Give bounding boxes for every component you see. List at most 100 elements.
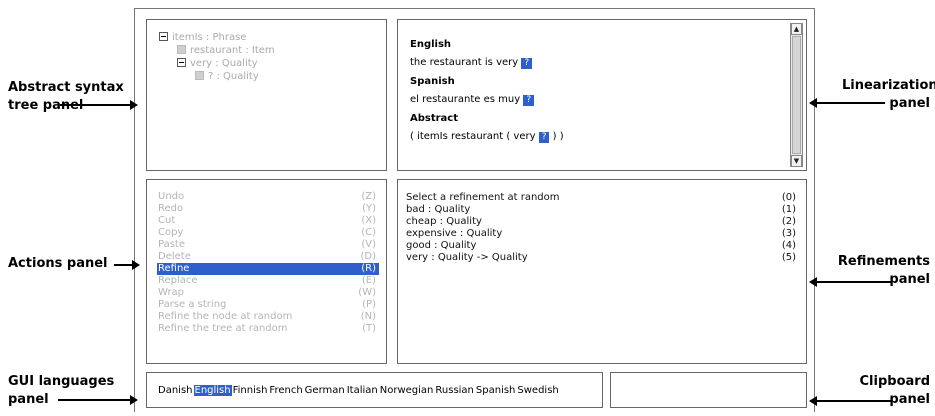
scroll-down-button[interactable]: ▼ xyxy=(791,155,802,167)
action-shortcut: (T) xyxy=(362,323,376,334)
action-shortcut: (Z) xyxy=(361,191,376,202)
empty-box-icon xyxy=(177,45,186,54)
linearization-panel: English the restaurant is very ? Spanish… xyxy=(397,19,807,171)
language-german[interactable]: German xyxy=(304,385,346,396)
action-undo[interactable]: Undo (Z) xyxy=(157,191,379,203)
action-label: Wrap xyxy=(158,287,185,298)
spanish-linearization[interactable]: el restaurante es muy ? xyxy=(410,93,564,106)
action-shortcut: (N) xyxy=(360,311,376,322)
annotation-arrow xyxy=(809,277,891,287)
action-paste[interactable]: Paste (V) xyxy=(157,239,379,251)
language-russian[interactable]: Russian xyxy=(434,385,475,396)
refinement-shortcut: (3) xyxy=(781,228,796,239)
refinement-label: expensive : Quality xyxy=(406,228,503,239)
action-label: Paste xyxy=(158,239,185,250)
refinement-expensive[interactable]: expensive : Quality (3) xyxy=(406,228,798,240)
annotation-tree-panel: Abstract syntax tree panel xyxy=(8,79,124,115)
tree-node-root[interactable]: itemIs : Phrase xyxy=(159,32,246,44)
refinement-label: Select a refinement at random xyxy=(406,192,560,203)
annotation-arrow xyxy=(60,100,138,110)
refinements-list: Select a refinement at random (0) bad : Q… xyxy=(406,192,798,264)
scroll-up-button[interactable]: ▲ xyxy=(791,23,802,35)
action-label: Undo xyxy=(158,191,185,202)
tree-node-label: restaurant : Item xyxy=(190,45,275,56)
annotation-text: Linearization xyxy=(842,78,935,93)
tree-node-restaurant[interactable]: restaurant : Item xyxy=(177,45,275,57)
language-italian[interactable]: Italian xyxy=(346,385,379,396)
action-delete[interactable]: Delete (D) xyxy=(157,251,379,263)
action-refine-tree-random[interactable]: Refine the tree at random (T) xyxy=(157,323,379,335)
language-swedish[interactable]: Swedish xyxy=(516,385,559,396)
action-cut[interactable]: Cut (X) xyxy=(157,215,379,227)
language-finnish[interactable]: Finnish xyxy=(232,385,269,396)
refinement-very[interactable]: very : Quality -> Quality (5) xyxy=(406,252,798,264)
english-heading: English xyxy=(410,39,452,50)
action-refine[interactable]: Refine (R) xyxy=(157,263,379,275)
annotation-linearization-panel: Linearization panel xyxy=(842,77,935,113)
annotation-text: Refinements xyxy=(837,254,930,269)
action-shortcut: (X) xyxy=(361,215,376,226)
action-shortcut: (R) xyxy=(361,263,376,274)
refinement-label: very : Quality -> Quality xyxy=(406,252,528,263)
action-label: Refine the tree at random xyxy=(158,323,288,334)
action-shortcut: (P) xyxy=(362,299,376,310)
annotation-text: panel xyxy=(889,272,930,287)
minus-box-icon[interactable] xyxy=(177,58,186,67)
spanish-heading: Spanish xyxy=(410,76,455,87)
language-spanish[interactable]: Spanish xyxy=(475,385,517,396)
annotation-arrow xyxy=(114,260,140,270)
refinement-cheap[interactable]: cheap : Quality (2) xyxy=(406,216,798,228)
refinement-label: good : Quality xyxy=(406,240,477,251)
language-english[interactable]: English xyxy=(193,385,232,396)
refinement-good[interactable]: good : Quality (4) xyxy=(406,240,798,252)
clipboard-panel xyxy=(610,372,807,408)
scrollbar-thumb[interactable] xyxy=(792,36,801,154)
metavariable-marker[interactable]: ? xyxy=(523,95,535,106)
refinement-shortcut: (5) xyxy=(781,252,796,263)
annotation-clipboard-panel: Clipboard panel xyxy=(844,373,930,409)
refinement-shortcut: (0) xyxy=(781,192,796,203)
language-norwegian[interactable]: Norwegian xyxy=(379,385,435,396)
language-list: Danish English Finnish French German Italian N… xyxy=(157,385,560,396)
action-label: Cut xyxy=(158,215,176,226)
minus-box-icon[interactable] xyxy=(159,32,168,41)
annotation-arrow xyxy=(809,98,885,108)
action-refine-node-random[interactable]: Refine the node at random (N) xyxy=(157,311,379,323)
tree-node-metavariable[interactable]: ? : Quality xyxy=(195,71,259,83)
annotation-text: GUI languages xyxy=(8,374,115,389)
refinement-shortcut: (2) xyxy=(781,216,796,227)
english-linearization[interactable]: the restaurant is very ? xyxy=(410,56,564,69)
abstract-linearization[interactable]: ( itemIs restaurant ( very ? ) ) xyxy=(410,130,564,143)
action-label: Redo xyxy=(158,203,184,214)
action-label: Copy xyxy=(158,227,184,238)
tree-node-very[interactable]: very : Quality xyxy=(177,58,258,70)
refinement-bad[interactable]: bad : Quality (1) xyxy=(406,204,798,216)
annotation-text: Abstract syntax xyxy=(8,80,124,95)
annotation-refinements-panel: Refinements panel xyxy=(834,253,930,289)
metavariable-marker[interactable]: ? xyxy=(521,58,533,69)
tree-node-label: itemIs : Phrase xyxy=(172,32,247,43)
action-label: Parse a string xyxy=(158,299,227,310)
actions-panel: Undo (Z) Redo (Y) Cut (X) Copy (C) Paste (V) … xyxy=(146,179,387,364)
empty-box-icon xyxy=(195,71,204,80)
refinement-shortcut: (4) xyxy=(781,240,796,251)
metavariable-marker[interactable]: ? xyxy=(538,132,550,143)
annotation-text: Actions panel xyxy=(8,256,108,271)
action-copy[interactable]: Copy (C) xyxy=(157,227,379,239)
annotation-text: Clipboard xyxy=(859,374,930,389)
action-redo[interactable]: Redo (Y) xyxy=(157,203,379,215)
refinement-random[interactable]: Select a refinement at random (0) xyxy=(406,192,798,204)
tree-node-label: very : Quality xyxy=(190,58,258,69)
annotation-arrow xyxy=(809,396,891,406)
language-danish[interactable]: Danish xyxy=(157,385,194,396)
language-french[interactable]: French xyxy=(268,385,303,396)
refinement-shortcut: (1) xyxy=(781,204,796,215)
action-replace[interactable]: Replace (E) xyxy=(157,275,379,287)
annotation-text: panel xyxy=(889,96,930,111)
action-label: Refine the node at random xyxy=(158,311,293,322)
vertical-scrollbar[interactable]: ▲ ▼ xyxy=(790,23,803,167)
abstract-text-suffix: ) ) xyxy=(552,131,564,142)
action-parse-string[interactable]: Parse a string (P) xyxy=(157,299,379,311)
action-wrap[interactable]: Wrap (W) xyxy=(157,287,379,299)
english-text: the restaurant is very xyxy=(410,57,519,68)
